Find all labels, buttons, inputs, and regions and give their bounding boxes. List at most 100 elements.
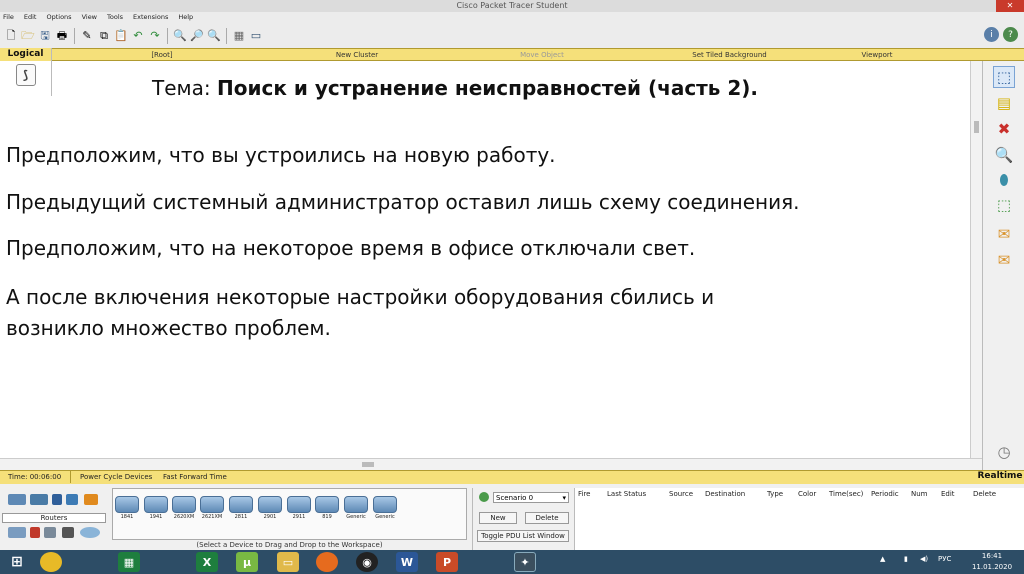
scroll-thumb[interactable] xyxy=(362,462,374,467)
device-1941[interactable]: 1941 xyxy=(143,496,169,522)
menu-view[interactable]: View xyxy=(82,12,97,23)
device-2811[interactable]: 2811 xyxy=(228,496,254,522)
resize-icon[interactable]: ⬚ xyxy=(993,194,1015,216)
inspect-icon[interactable]: 🔍 xyxy=(993,144,1015,166)
network-icon[interactable]: ▮ xyxy=(904,555,908,563)
viewport-button[interactable]: Viewport xyxy=(817,51,937,59)
media-icon[interactable]: ◉ xyxy=(356,552,378,572)
device-label: 1941 xyxy=(149,514,163,520)
firefox-icon[interactable] xyxy=(316,552,338,572)
set-tiled-background-button[interactable]: Set Tiled Background xyxy=(642,51,817,59)
new-file-icon[interactable]: 🗋 xyxy=(4,29,18,43)
zoom-reset-icon[interactable]: 🔎 xyxy=(190,29,204,43)
device-2621xm[interactable]: 2621XM xyxy=(199,496,225,522)
print-icon[interactable]: 🖶 xyxy=(55,29,69,43)
select-icon[interactable]: ⬚ xyxy=(993,66,1015,88)
help-icon[interactable]: ? xyxy=(1003,27,1018,42)
menu-extensions[interactable]: Extensions xyxy=(133,12,168,23)
scroll-thumb[interactable] xyxy=(974,121,979,133)
excel-icon[interactable]: X xyxy=(196,552,218,572)
taskbar-clock[interactable]: 16:41 11.01.2020 xyxy=(966,551,1018,573)
open-folder-icon[interactable]: 🗁 xyxy=(21,29,35,43)
move-object-button[interactable]: Move Object xyxy=(442,51,642,59)
menu-file[interactable]: File xyxy=(3,12,14,23)
col-time: Time(sec) xyxy=(829,490,864,498)
note-icon[interactable]: ▤ xyxy=(993,92,1015,114)
activity-wizard-icon[interactable]: ✎ xyxy=(80,29,94,43)
excel-like-icon[interactable]: ▦ xyxy=(118,552,140,572)
multiuser-category-icon[interactable] xyxy=(80,527,100,538)
undo-icon[interactable]: ↶ xyxy=(131,29,145,43)
end-devices-category-icon[interactable] xyxy=(8,527,26,538)
menu-edit[interactable]: Edit xyxy=(24,12,37,23)
time-display: Time: 00:06:00 xyxy=(8,473,62,481)
time-status-bar: Time: 00:06:00 Power Cycle Devices Fast … xyxy=(0,470,1024,484)
utorrent-icon[interactable]: μ xyxy=(236,552,258,572)
root-button[interactable]: [Root] xyxy=(52,51,272,59)
save-icon[interactable]: 🖫 xyxy=(38,29,52,43)
language-indicator[interactable]: РУС xyxy=(938,555,951,563)
device-generic[interactable]: Generic xyxy=(372,496,398,522)
security-category-icon[interactable] xyxy=(30,527,40,538)
tray-arrow-icon[interactable]: ▲ xyxy=(880,555,885,563)
paste-icon[interactable]: 📋 xyxy=(114,29,128,43)
slide-title: Тема: Поиск и устранение неисправностей … xyxy=(152,76,758,100)
fast-forward-button[interactable]: Fast Forward Time xyxy=(163,471,227,484)
zoom-in-icon[interactable]: 🔍 xyxy=(173,29,187,43)
explorer-icon[interactable]: ▭ xyxy=(277,552,299,572)
col-last-status: Last Status xyxy=(607,490,647,498)
chrome-icon[interactable] xyxy=(40,552,62,572)
realtime-tab[interactable]: Realtime xyxy=(976,470,1024,484)
device-819[interactable]: 819 xyxy=(314,496,340,522)
new-scenario-button[interactable]: New xyxy=(479,512,517,524)
info-icon[interactable]: i xyxy=(984,27,999,42)
custom-device-icon[interactable]: ▭ xyxy=(249,29,263,43)
powerpoint-icon[interactable]: P xyxy=(436,552,458,572)
hubs-category-icon[interactable] xyxy=(52,494,62,505)
close-button[interactable]: ✕ xyxy=(996,0,1024,12)
add-complex-pdu-icon[interactable]: ✉ xyxy=(993,249,1015,271)
draw-shape-icon[interactable]: ⬮ xyxy=(993,169,1015,191)
slide-line: Предположим, что на некоторое время в оф… xyxy=(6,236,696,260)
switches-category-icon[interactable] xyxy=(30,494,48,505)
drawing-palette-icon[interactable]: ▦ xyxy=(232,29,246,43)
packet-tracer-icon[interactable]: ✦ xyxy=(514,552,536,572)
window-title: Cisco Packet Tracer Student xyxy=(456,1,568,10)
windows-start-icon[interactable]: ⊞ xyxy=(6,552,28,572)
col-destination: Destination xyxy=(705,490,746,498)
scenario-select[interactable]: Scenario 0 ▾ xyxy=(493,492,569,503)
toggle-pdu-list-button[interactable]: Toggle PDU List Window xyxy=(477,530,569,542)
device-2911[interactable]: 2911 xyxy=(286,496,312,522)
realtime-mode-icon[interactable]: ◷ xyxy=(993,441,1015,463)
custom-devices-category-icon[interactable] xyxy=(62,527,74,538)
delete-scenario-button[interactable]: Delete xyxy=(525,512,569,524)
device-generic[interactable]: Generic xyxy=(343,496,369,522)
new-cluster-button[interactable]: New Cluster xyxy=(272,51,442,59)
volume-icon[interactable]: ◀) xyxy=(920,555,928,563)
horizontal-scrollbar[interactable] xyxy=(0,458,982,470)
add-simple-pdu-icon[interactable]: ✉ xyxy=(993,223,1015,245)
redo-icon[interactable]: ↷ xyxy=(148,29,162,43)
copy-icon[interactable]: ⧉ xyxy=(97,29,111,43)
wan-emulation-category-icon[interactable] xyxy=(44,527,56,538)
routers-category-icon[interactable] xyxy=(8,494,26,505)
menu-tools[interactable]: Tools xyxy=(107,12,123,23)
device-2901[interactable]: 2901 xyxy=(257,496,283,522)
vertical-scrollbar[interactable] xyxy=(970,61,982,458)
wireless-category-icon[interactable] xyxy=(66,494,78,505)
word-icon[interactable]: W xyxy=(396,552,418,572)
connections-category-icon[interactable] xyxy=(84,494,98,505)
scenario-value: Scenario 0 xyxy=(496,494,534,502)
menu-help[interactable]: Help xyxy=(178,12,193,23)
zoom-out-icon[interactable]: 🔍 xyxy=(207,29,221,43)
main-toolbar: 🗋 🗁 🖫 🖶 ✎ ⧉ 📋 ↶ ↷ 🔍 🔎 🔍 ▦ ▭ xyxy=(0,23,1024,48)
menu-options[interactable]: Options xyxy=(46,12,71,23)
logical-tab[interactable]: Logical ⟆ xyxy=(0,48,52,96)
device-1841[interactable]: 1841 xyxy=(114,496,140,522)
windows-taskbar: ⊞ ▦ X μ ▭ ◉ W P ✦ ▲ ▮ ◀) РУС xyxy=(0,550,1024,574)
router-icon xyxy=(287,496,311,513)
device-2620xm[interactable]: 2620XM xyxy=(171,496,197,522)
delete-icon[interactable]: ✖ xyxy=(993,118,1015,140)
scenario-info-icon[interactable] xyxy=(479,492,489,502)
power-cycle-button[interactable]: Power Cycle Devices xyxy=(80,471,152,484)
